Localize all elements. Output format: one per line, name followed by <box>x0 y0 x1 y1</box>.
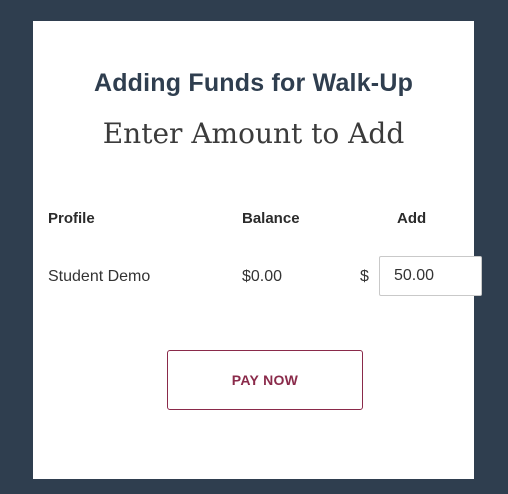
window-frame: Adding Funds for Walk-Up Enter Amount to… <box>0 0 508 494</box>
column-header-balance: Balance <box>242 210 300 227</box>
column-header-profile: Profile <box>48 210 95 227</box>
profile-name: Student Demo <box>48 268 151 285</box>
balance-value: $0.00 <box>242 268 283 285</box>
currency-symbol: $ <box>360 268 369 285</box>
pay-now-button[interactable]: PAY NOW <box>167 350 363 410</box>
amount-prompt: Enter Amount to Add <box>102 117 405 150</box>
funds-panel: Adding Funds for Walk-Up Enter Amount to… <box>33 21 482 479</box>
add-amount-input[interactable] <box>379 256 482 296</box>
column-header-add: Add <box>397 210 427 227</box>
page-title: Adding Funds for Walk-Up <box>93 69 414 97</box>
